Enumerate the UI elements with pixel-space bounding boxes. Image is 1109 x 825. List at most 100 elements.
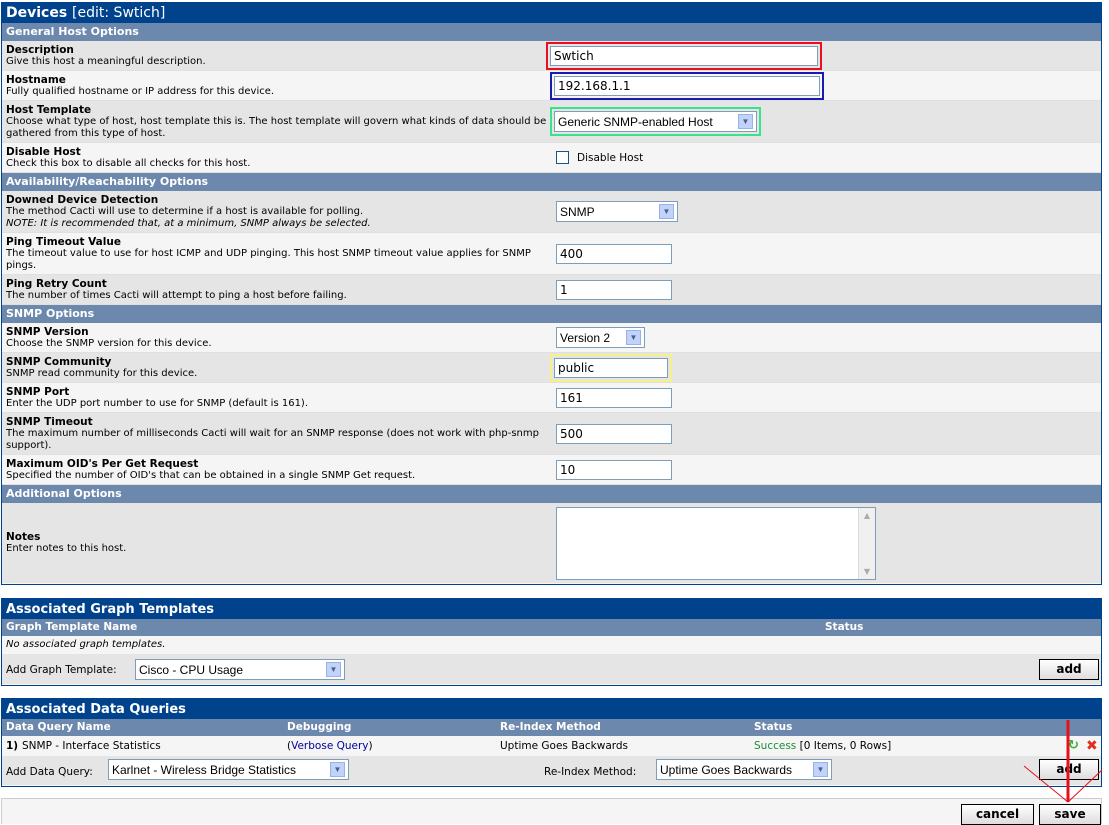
snmp-version-help: Choose the SNMP version for this device. [6,337,212,349]
scroll-down-icon[interactable]: ▼ [859,564,875,579]
graph-templates-header: Graph Template Name Status [2,619,1101,636]
snmp-port-help: Enter the UDP port number to use for SNM… [6,397,309,409]
chevron-down-icon: ▼ [659,204,674,219]
hostname-label: Hostname [6,73,66,86]
reindex-method-value: Uptime Goes Backwards [660,762,793,777]
hostname-highlight [550,71,824,100]
device-panel: Devices [edit: Swtich] General Host Opti… [1,2,1102,585]
section-general: General Host Options [2,23,1101,41]
downed-detection-note: NOTE: It is recommended that, at a minim… [6,217,371,229]
hostname-help: Fully qualified hostname or IP address f… [6,85,275,97]
row-hostname: Hostname Fully qualified hostname or IP a… [2,71,1101,101]
col-graph-template-name: Graph Template Name [6,621,138,633]
snmp-version-select[interactable]: Version 2 ▼ [556,327,645,348]
data-query-status: Success [0 Items, 0 Rows] [754,736,891,756]
section-snmp: SNMP Options [2,305,1101,323]
host-template-value: Generic SNMP-enabled Host [558,114,713,129]
notes-textarea[interactable]: ▲ ▼ [556,506,876,580]
debug-cell: (Verbose Query) [287,736,373,756]
max-oids-help: Specified the number of OID's that can b… [6,469,416,481]
add-graph-template-value: Cisco - CPU Usage [139,662,244,677]
disable-host-checkbox[interactable] [556,151,569,164]
host-template-highlight: Generic SNMP-enabled Host ▼ [550,107,761,136]
chevron-down-icon: ▼ [330,762,345,777]
max-oids-input[interactable] [556,459,672,480]
col-data-query-status: Status [754,721,793,733]
add-graph-template-label: Add Graph Template: [6,664,117,676]
device-title-bar: Devices [edit: Swtich] [2,3,1101,23]
chevron-down-icon: ▼ [738,114,753,129]
row-notes: Notes Enter notes to this host. ▲ ▼ [2,503,1101,583]
add-graph-template-select[interactable]: Cisco - CPU Usage ▼ [135,659,345,680]
description-input[interactable] [550,45,818,66]
data-queries-header: Data Query Name Debugging Re-Index Metho… [2,719,1101,736]
graph-templates-empty: No associated graph templates. [2,636,1101,654]
disable-host-checkbox-label: Disable Host [577,151,644,164]
chevron-down-icon: ▼ [626,330,641,345]
status-detail: [0 Items, 0 Rows] [799,740,892,752]
snmp-timeout-help: The maximum number of milliseconds Cacti… [6,427,539,451]
downed-detection-value: SNMP [560,204,595,219]
add-data-query-value: Karlnet - Wireless Bridge Statistics [112,762,297,777]
page-subtitle: [edit: Swtich] [72,5,166,21]
snmp-port-input[interactable] [556,387,672,408]
add-data-query-label: Add Data Query: [6,766,93,778]
add-graph-template-button[interactable]: add [1039,659,1099,680]
chevron-down-icon: ▼ [813,762,828,777]
ping-timeout-label: Ping Timeout Value [6,235,121,248]
notes-scrollbar[interactable]: ▲ ▼ [858,507,875,579]
snmp-timeout-input[interactable] [556,423,672,444]
debug-close-paren: ) [368,740,373,752]
graph-templates-title: Associated Graph Templates [2,599,1101,619]
notes-help: Enter notes to this host. [6,543,127,554]
row-snmp-community: SNMP Community SNMP read community for th… [2,353,1101,383]
notes-label: Notes [6,531,41,543]
ping-timeout-input[interactable] [556,243,672,264]
disable-host-label: Disable Host [6,145,81,158]
snmp-version-label: SNMP Version [6,325,89,338]
cancel-button[interactable]: cancel [961,804,1034,825]
row-snmp-timeout: SNMP Timeout The maximum number of millis… [2,413,1101,455]
row-host-template: Host Template Choose what type of host, h… [2,101,1101,143]
status-success: Success [754,740,797,752]
data-query-index: 1) [6,740,19,752]
description-highlight [546,41,822,70]
reindex-method-select[interactable]: Uptime Goes Backwards ▼ [656,759,832,780]
section-additional: Additional Options [2,485,1101,503]
data-queries-panel: Associated Data Queries Data Query Name … [1,698,1102,787]
host-template-select[interactable]: Generic SNMP-enabled Host ▼ [554,111,757,132]
downed-detection-select[interactable]: SNMP ▼ [556,201,678,222]
max-oids-label: Maximum OID's Per Get Request [6,457,199,470]
row-description: Description Give this host a meaningful d… [2,41,1101,71]
add-data-query-select[interactable]: Karlnet - Wireless Bridge Statistics ▼ [108,759,349,780]
snmp-community-input[interactable] [554,357,668,378]
reindex-method-label: Re-Index Method: [544,766,637,778]
data-queries-add-row: Add Data Query: Karlnet - Wireless Bridg… [2,756,1101,785]
col-data-query-name: Data Query Name [6,721,111,733]
annotation-arrow-icon [1023,720,1103,803]
verbose-query-link[interactable]: Verbose Query [291,740,368,752]
graph-templates-panel: Associated Graph Templates Graph Templat… [1,598,1102,686]
downed-detection-help: The method Cacti will use to determine i… [6,205,364,217]
ping-retry-input[interactable] [556,279,672,300]
snmp-port-label: SNMP Port [6,385,70,398]
snmp-community-label: SNMP Community [6,355,112,368]
footer-bar: cancel save [1,798,1102,825]
row-downed-detection: Downed Device Detection The method Cacti … [2,191,1101,233]
save-button[interactable]: save [1039,804,1101,825]
ping-retry-help: The number of times Cacti will attempt t… [6,289,347,301]
data-queries-title: Associated Data Queries [2,699,1101,719]
host-template-help: Choose what type of host, host template … [6,115,547,139]
col-reindex-method: Re-Index Method [500,721,601,733]
snmp-version-value: Version 2 [560,330,611,345]
col-graph-template-status: Status [825,621,864,633]
row-max-oids: Maximum OID's Per Get Request Specified t… [2,455,1101,485]
row-disable-host: Disable Host Check this box to disable al… [2,143,1101,173]
col-debugging: Debugging [287,721,352,733]
row-ping-timeout: Ping Timeout Value The timeout value to u… [2,233,1101,275]
hostname-input[interactable] [554,75,820,96]
ping-retry-label: Ping Retry Count [6,277,107,290]
graph-templates-add-row: Add Graph Template: Cisco - CPU Usage ▼ … [2,654,1101,684]
snmp-community-help: SNMP read community for this device. [6,367,198,379]
scroll-up-icon[interactable]: ▲ [859,508,875,523]
